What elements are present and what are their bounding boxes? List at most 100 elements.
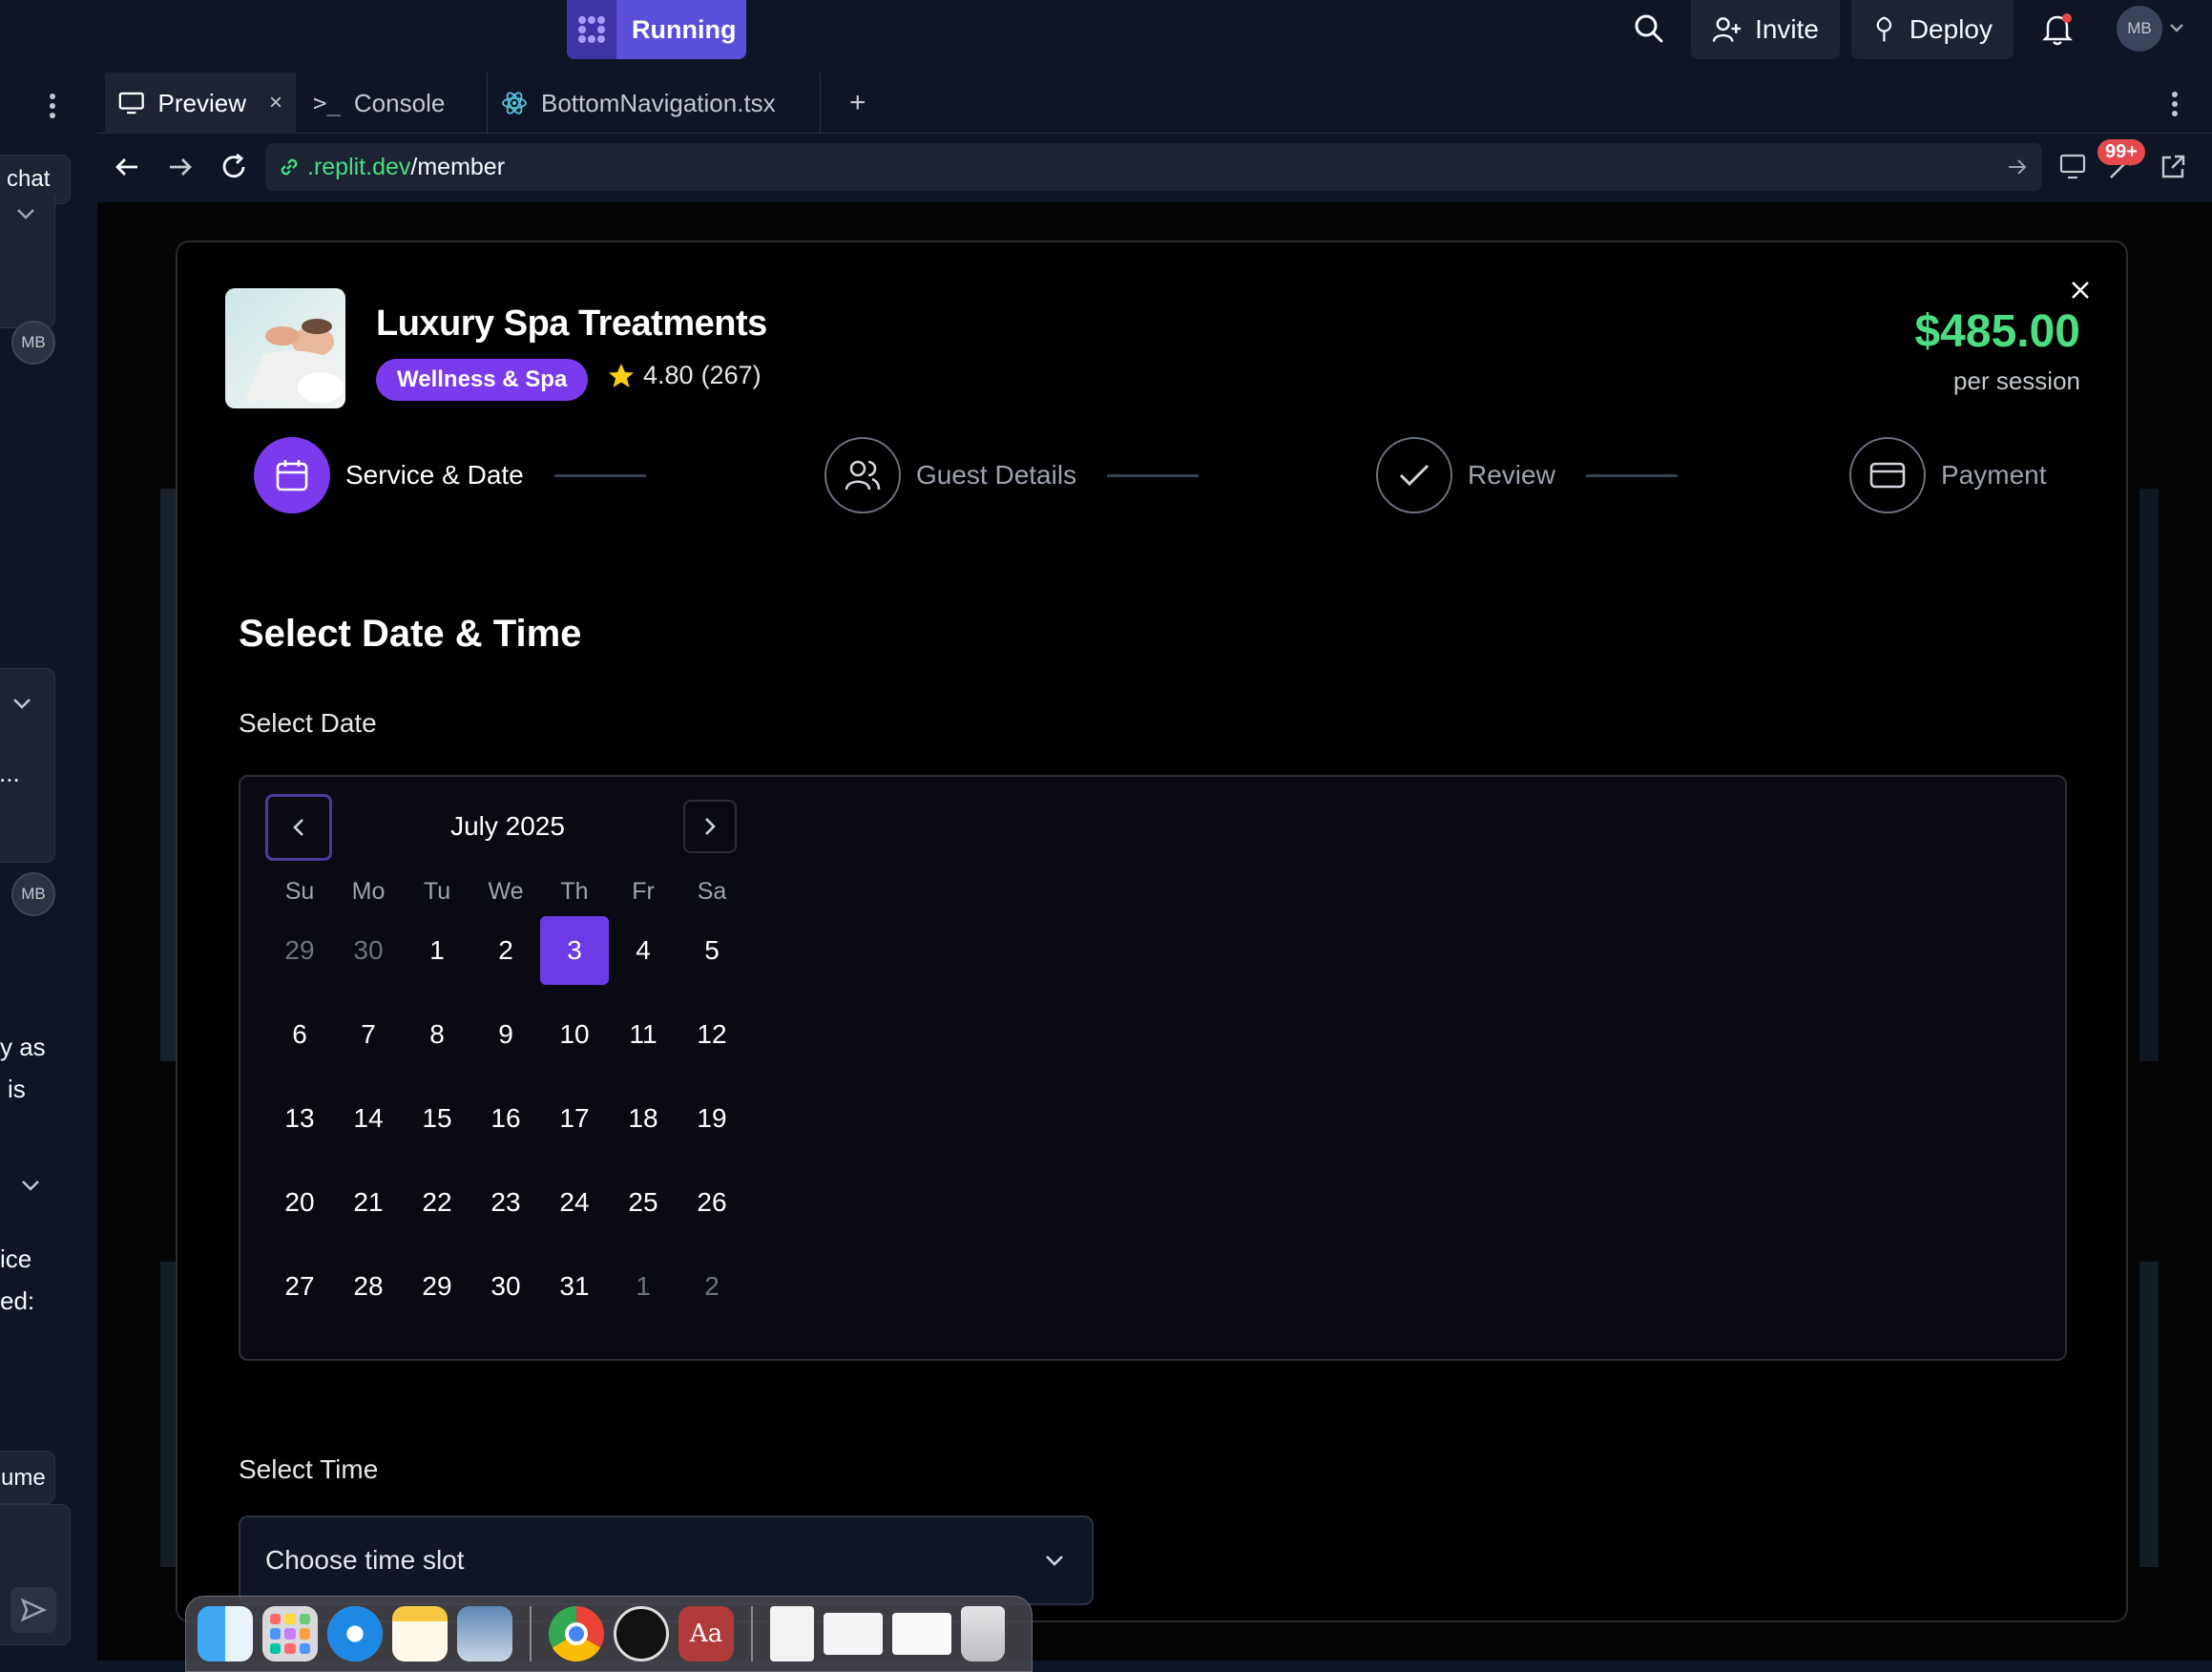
calendar-day[interactable]: 8 [403,1000,471,1069]
booking-modal: Luxury Spa Treatments Wellness & Spa 4.8… [176,240,2128,1622]
chat-input[interactable] [0,1504,71,1645]
more-vertical-icon[interactable] [46,92,59,125]
calendar-day[interactable]: 7 [334,1000,403,1069]
deploy-icon [1876,16,1892,42]
calendar-day[interactable]: 9 [471,1000,540,1069]
back-arrow-icon[interactable] [113,153,141,181]
avatar: MB [11,321,55,365]
next-month-button[interactable] [683,800,737,853]
chevron-down-icon[interactable] [19,1176,42,1195]
step-connector [1107,473,1200,477]
document-icon[interactable] [770,1606,814,1662]
calendar-day[interactable]: 27 [265,1252,334,1321]
calendar-day[interactable]: 4 [609,916,678,985]
calendar-day[interactable]: 18 [609,1084,678,1153]
calendar-day[interactable]: 25 [609,1168,678,1237]
calendar-day[interactable]: 29 [403,1252,471,1321]
calendar-day[interactable]: 30 [334,916,403,985]
dictionary-icon[interactable]: Aa [678,1606,734,1662]
send-button[interactable] [10,1587,56,1633]
calendar-day[interactable]: 24 [540,1168,609,1237]
calendar-day[interactable]: 30 [471,1252,540,1321]
tab-console[interactable]: >_ Console [300,73,481,134]
tab-bar: Preview × >_ Console BottomNavigation.ts… [97,73,2212,134]
search-icon[interactable] [1634,13,1664,49]
check-icon [1376,437,1452,513]
calendar-day[interactable]: 12 [678,1000,746,1069]
calendar-day[interactable]: 28 [334,1252,403,1321]
chevron-down-icon [1046,1556,1063,1566]
calendar-day[interactable]: 2 [471,916,540,985]
bell-icon[interactable] [2041,13,2074,51]
selected-day[interactable]: 3 [540,916,609,985]
calendar-day[interactable]: 23 [471,1168,540,1237]
open-external-icon[interactable] [2159,153,2187,181]
calendar-day[interactable]: 21 [334,1168,403,1237]
collapsed-card[interactable]: ... [0,668,55,863]
tab-bottom-navigation[interactable]: BottomNavigation.tsx [487,73,821,134]
calendar-day[interactable]: 31 [540,1252,609,1321]
devices-icon[interactable] [2059,153,2090,181]
calendar-day[interactable]: 10 [540,1000,609,1069]
window-thumbnail-icon[interactable] [824,1613,883,1655]
calendar-day[interactable]: 11 [609,1000,678,1069]
calendar-day[interactable]: 29 [265,916,334,985]
calendar-day[interactable]: 2 [678,1252,746,1321]
date-label: Select Date [239,708,377,738]
invite-button[interactable]: Invite [1691,0,1840,59]
chevron-down-icon [13,699,31,709]
step-guest-details: Guest Details [824,437,1200,513]
credit-card-icon [1849,437,1926,513]
window-thumbnail-icon[interactable] [892,1613,951,1655]
launchpad-icon[interactable] [262,1606,318,1662]
calendar-day[interactable]: 26 [678,1168,746,1237]
trash-icon[interactable] [961,1606,1005,1662]
logic-icon[interactable] [614,1606,669,1662]
calendar-day[interactable]: 5 [678,916,746,985]
safari-icon[interactable] [327,1606,383,1662]
collapsed-card[interactable] [0,195,55,328]
deploy-button[interactable]: Deploy [1851,0,2014,59]
calendar-day[interactable]: 13 [265,1084,334,1153]
reload-icon[interactable] [219,153,248,181]
calendar-day[interactable]: 16 [471,1084,540,1153]
time-slot-select[interactable]: Choose time slot [239,1515,1094,1605]
calendar-day[interactable]: 20 [265,1168,334,1237]
calendar-day[interactable]: 15 [403,1084,471,1153]
close-icon[interactable]: × [269,90,282,116]
calendar-day[interactable]: 1 [609,1252,678,1321]
go-arrow-icon[interactable] [2006,157,2029,178]
tab-preview[interactable]: Preview × [105,73,296,134]
calendar-day[interactable]: 19 [678,1084,746,1153]
weekday-header: Sa [697,878,727,905]
close-icon[interactable] [2069,277,2092,309]
forward-arrow-icon[interactable] [166,153,195,181]
service-title: Luxury Spa Treatments [376,303,767,344]
background-card-edge [2139,1262,2159,1567]
chevron-down-icon[interactable] [2166,17,2187,43]
top-bar: Running Invite Deploy MB [0,0,2212,73]
previous-month-button[interactable] [265,794,332,861]
deploy-label: Deploy [1909,14,1993,44]
calendar-day[interactable]: 14 [334,1084,403,1153]
review-count: (267) [700,361,762,389]
weekday-header: Th [560,878,589,905]
url-input[interactable]: .replit.dev /member [265,143,2042,191]
calendar-day[interactable]: 22 [403,1168,471,1237]
more-vertical-icon[interactable] [2168,90,2181,123]
finder-icon[interactable] [198,1606,253,1662]
run-button[interactable]: Running [567,0,746,59]
notes-icon[interactable] [392,1606,448,1662]
preview-app-icon[interactable] [457,1606,512,1662]
add-tab-icon[interactable]: + [836,73,884,134]
category-badge: Wellness & Spa [376,359,589,401]
chrome-icon[interactable] [549,1606,604,1662]
calendar-day[interactable]: 6 [265,1000,334,1069]
time-slot-placeholder: Choose time slot [265,1545,465,1575]
resume-button[interactable]: ume [0,1451,55,1504]
user-avatar[interactable]: MB [2117,6,2162,52]
calendar-day[interactable]: 17 [540,1084,609,1153]
react-icon [502,92,527,115]
weekday-header: Fr [632,878,655,905]
calendar-day[interactable]: 1 [403,916,471,985]
